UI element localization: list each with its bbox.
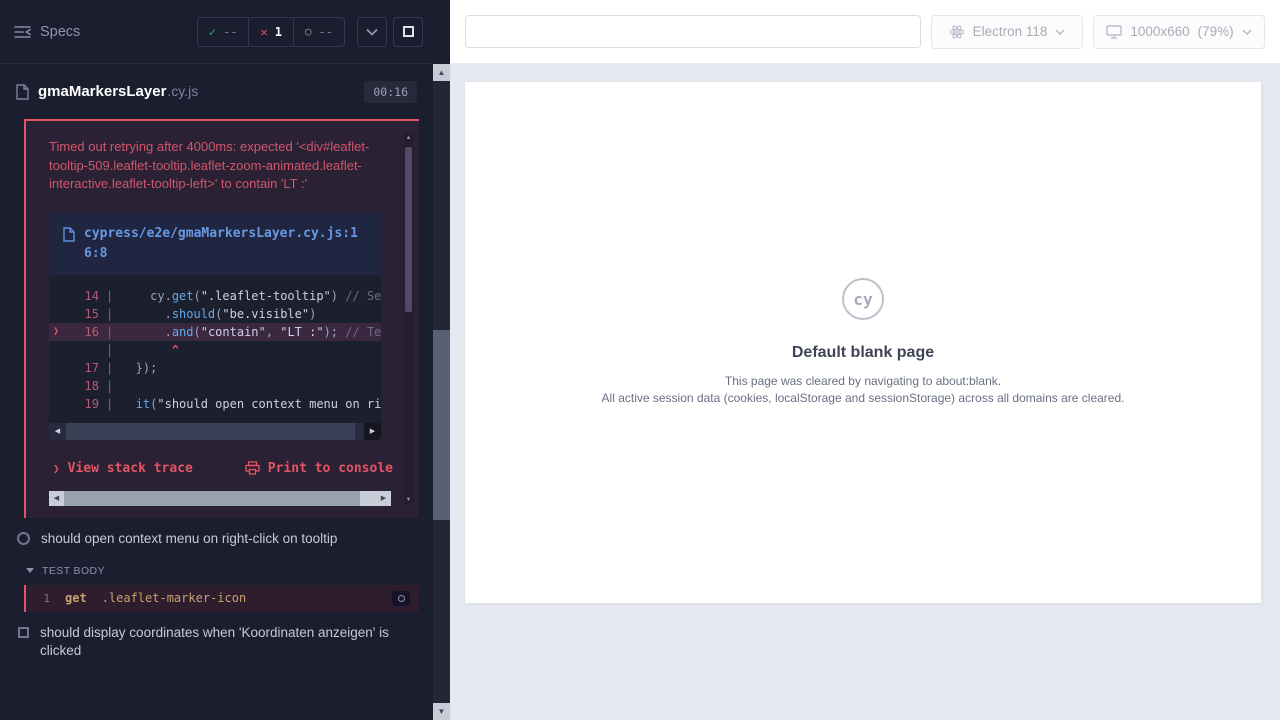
test-title: should display coordinates when 'Koordin… [40, 624, 392, 660]
code-line: 14| cy.get(".leaflet-tooltip") // Sele [49, 287, 381, 305]
command-log-row[interactable]: 1 get .leaflet-marker-icon [24, 585, 419, 612]
pending-count: -- [319, 25, 333, 39]
command-method: get [65, 591, 87, 605]
test-title: should open context menu on right-click … [41, 530, 393, 548]
scroll-track[interactable] [355, 423, 364, 440]
code-line: ❯16| .and("contain", "LT :"); // Test [49, 323, 381, 341]
codeframe-file-link[interactable]: cypress/e2e/gmaMarkersLayer.cy.js:16:8 [49, 212, 381, 275]
print-to-console-button[interactable]: Print to console [245, 461, 393, 476]
test-body-toggle[interactable]: TEST BODY [0, 557, 433, 585]
error-codeframe: cypress/e2e/gmaMarkersLayer.cy.js:16:8 1… [49, 212, 381, 440]
browser-selector[interactable]: Electron 118 [931, 15, 1083, 49]
code-line: 18| [49, 377, 381, 395]
browser-label: Electron 118 [973, 24, 1048, 39]
print-console-label: Print to console [268, 461, 393, 476]
spec-header: gmaMarkersLayer.cy.js 00:16 [0, 64, 433, 119]
cypress-runner: Specs ✓ -- ✕ 1 ○ -- [0, 0, 1280, 720]
stat-failed: ✕ 1 [248, 18, 292, 46]
codeframe-horizontal-scrollbar: ◀ ▶ [49, 423, 381, 440]
electron-icon [949, 24, 965, 40]
spec-name: gmaMarkersLayer [38, 83, 166, 100]
codeframe-lines: 14| cy.get(".leaflet-tooltip") // Sele 1… [49, 275, 381, 417]
chevron-down-icon [1055, 29, 1065, 35]
error-actions: ❯ View stack trace Print to console [53, 461, 393, 476]
scroll-right-icon[interactable]: ▶ [376, 491, 391, 506]
address-bar-input[interactable] [465, 15, 921, 48]
aut-background: cy Default blank page This page was clea… [450, 64, 1280, 720]
spec-extension: .cy.js [167, 83, 198, 99]
code-file-icon [63, 227, 75, 242]
blank-page-message-2: All active session data (cookies, localS… [602, 390, 1125, 407]
error-message: Timed out retrying after 4000ms: expecte… [49, 138, 381, 194]
command-indicator-icon [398, 595, 405, 602]
stack-trace-label: View stack trace [68, 461, 193, 476]
spec-duration-badge: 00:16 [364, 81, 417, 103]
test-running-icon [17, 532, 30, 545]
failed-count: 1 [275, 25, 282, 39]
test-body-label: TEST BODY [42, 565, 105, 577]
blank-page-title: Default blank page [792, 344, 934, 362]
error-horizontal-scrollbar: ◀ ▶ [49, 491, 391, 506]
stop-icon [403, 26, 414, 37]
scroll-down-icon[interactable]: ▼ [433, 703, 450, 720]
test-pending-icon [18, 627, 29, 638]
reporter-scrollbar: ▲ ▼ [433, 64, 450, 720]
scroll-left-icon[interactable]: ◀ [49, 491, 64, 506]
code-line: 15| .should("be.visible") [49, 305, 381, 323]
viewport-scale: (79%) [1198, 24, 1234, 39]
runner-main: Electron 118 1000x660 (79%) cy Default b… [450, 0, 1280, 720]
code-line: | ^ [49, 341, 381, 359]
code-line: 19| it("should open context menu on righ [49, 395, 381, 413]
specs-list-toggle-icon[interactable] [14, 25, 31, 39]
passed-count: -- [223, 25, 237, 39]
test-item-pending[interactable]: should display coordinates when 'Koordin… [0, 612, 433, 669]
blank-page-message-1: This page was cleared by navigating to a… [725, 373, 1001, 390]
chevron-down-icon [26, 568, 34, 573]
scroll-down-icon[interactable]: ▼ [404, 495, 413, 505]
chevron-right-icon: ❯ [53, 462, 60, 475]
code-line: 17| }); [49, 359, 381, 377]
error-scroll-thumb[interactable] [64, 491, 360, 506]
test-item-active[interactable]: should open context menu on right-click … [0, 518, 433, 557]
code-file-path: cypress/e2e/gmaMarkersLayer.cy.js:16:8 [84, 224, 367, 264]
viewport-selector[interactable]: 1000x660 (79%) [1093, 15, 1265, 49]
codeframe-scroll-thumb[interactable] [66, 423, 355, 440]
reporter-sidebar: Specs ✓ -- ✕ 1 ○ -- [0, 0, 450, 720]
scroll-track[interactable] [360, 491, 376, 506]
cypress-logo: cy [842, 278, 884, 320]
stat-passed: ✓ -- [198, 18, 249, 46]
stat-pending: ○ -- [293, 18, 344, 46]
collapse-tests-button[interactable] [357, 17, 387, 47]
scroll-left-icon[interactable]: ◀ [49, 423, 66, 440]
failed-attempt-panel: Timed out retrying after 4000ms: expecte… [24, 119, 419, 518]
error-vscroll-thumb[interactable] [405, 147, 412, 312]
command-args: .leaflet-marker-icon [102, 591, 247, 605]
runner-toolbar: Electron 118 1000x660 (79%) [450, 0, 1280, 64]
reporter-scroll-thumb[interactable] [433, 330, 450, 520]
scroll-right-icon[interactable]: ▶ [364, 423, 381, 440]
viewport-icon [1106, 25, 1122, 39]
spec-file-icon [16, 84, 29, 100]
failed-icon: ✕ [260, 25, 267, 39]
pending-icon: ○ [305, 25, 312, 38]
stop-run-button[interactable] [393, 17, 423, 47]
test-stats: ✓ -- ✕ 1 ○ -- [197, 17, 345, 47]
chevron-down-icon [1242, 29, 1252, 35]
reporter-header: Specs ✓ -- ✕ 1 ○ -- [0, 0, 433, 64]
scroll-up-icon[interactable]: ▲ [433, 64, 450, 81]
passed-icon: ✓ [209, 25, 216, 39]
reporter-body: Timed out retrying after 4000ms: expecte… [0, 119, 433, 720]
chevron-down-icon [366, 28, 378, 36]
specs-label[interactable]: Specs [40, 24, 80, 40]
viewport-size: 1000x660 [1130, 24, 1189, 39]
print-icon [245, 461, 260, 475]
command-indicator-badge [392, 591, 410, 606]
command-number: 1 [26, 592, 50, 605]
view-stack-trace-button[interactable]: ❯ View stack trace [53, 461, 193, 476]
scroll-up-icon[interactable]: ▲ [404, 133, 413, 143]
aut-iframe-page: cy Default blank page This page was clea… [465, 82, 1261, 603]
error-vertical-scrollbar: ▲ ▼ [404, 133, 413, 505]
